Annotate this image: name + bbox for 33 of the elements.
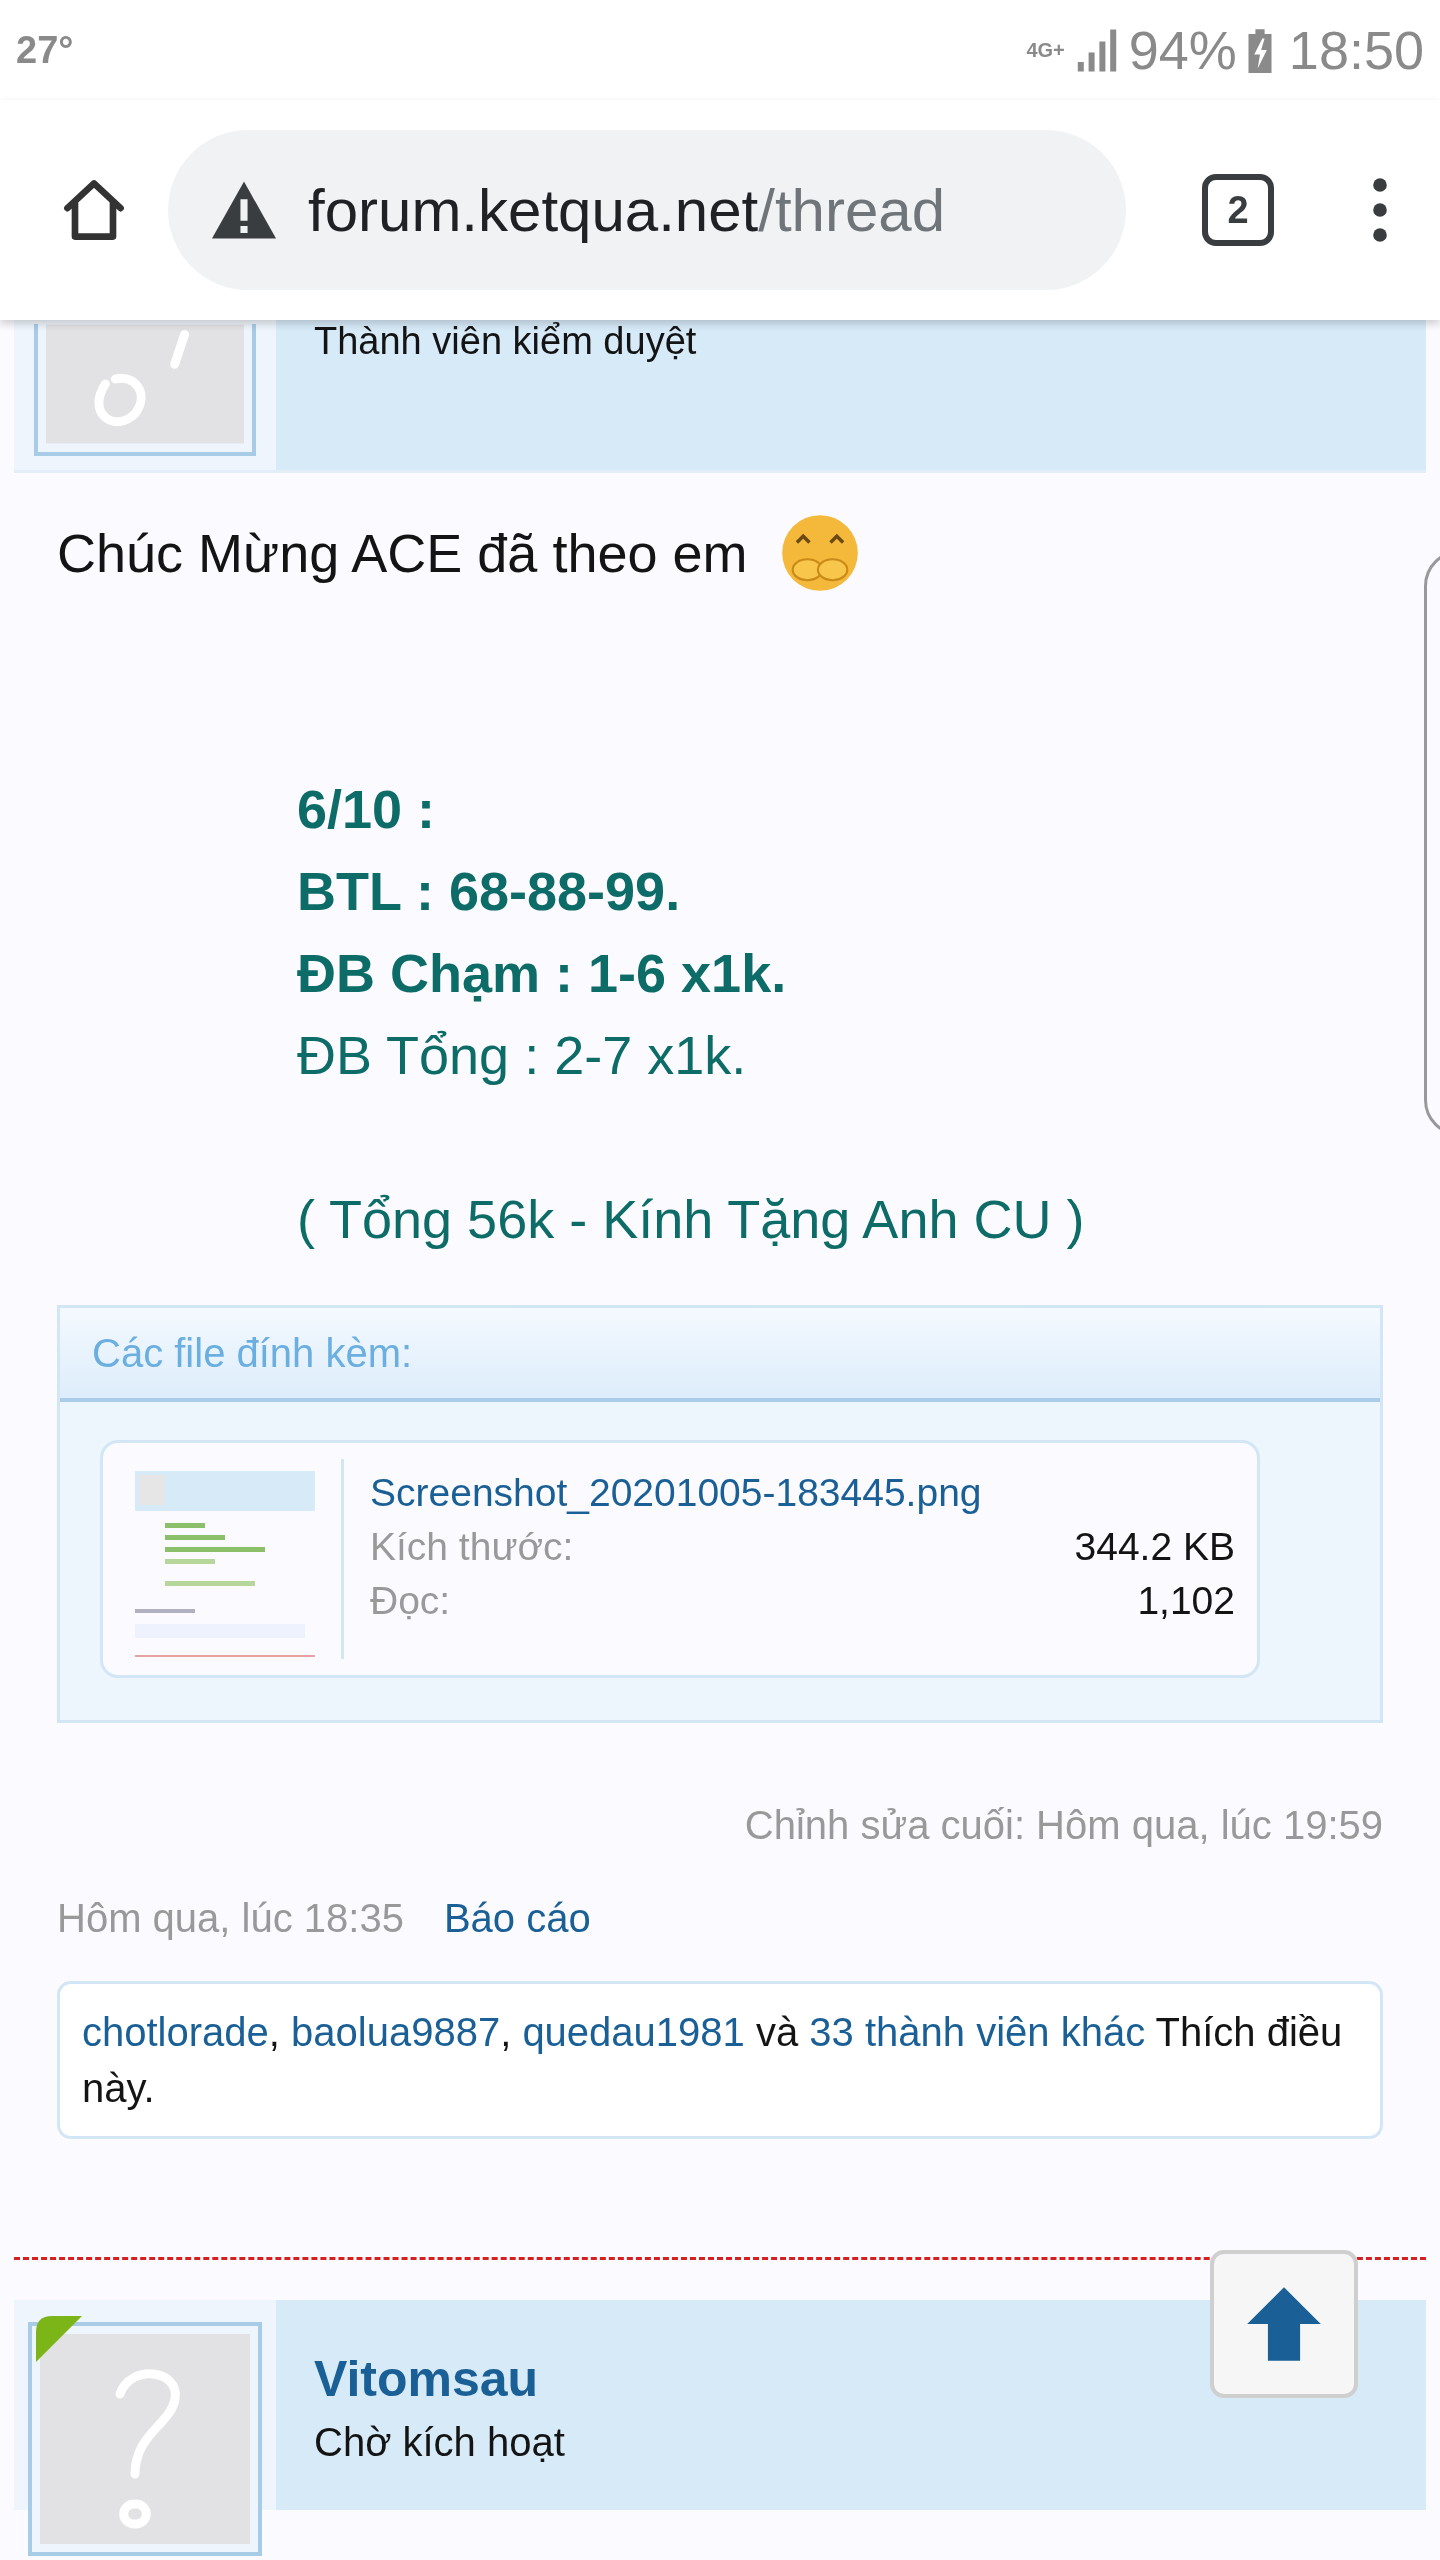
tab-count-button[interactable]: 2 [1202, 174, 1274, 246]
user-title: Chờ kích hoạt [314, 2420, 565, 2465]
likes-text: chotlorade, baolua9887, quedau1981 và 33 thành viên khác Thích điều này. [82, 2009, 1344, 2112]
views-label: Đọc: [370, 1579, 451, 1623]
user-link[interactable]: chotlorade [82, 2010, 269, 2054]
user-link[interactable]: quedau1981 [522, 2010, 745, 2054]
post-line: BTL : 68-88-99. [297, 860, 682, 923]
post-line: ( Tổng 56k - Kính Tặng Anh CU ) [297, 1188, 1086, 1251]
username-link[interactable]: Vitomsau [314, 2350, 565, 2408]
post-line: ĐB Chạm : 1-6 x1k. [297, 942, 788, 1005]
menu-icon[interactable] [1370, 176, 1390, 244]
size-value: 344.2 KB [1074, 1525, 1235, 1569]
attachment-card[interactable]: Screenshot_20201005-183445.png Kích thước: 344.2 KB Đọc: 1,102 [100, 1440, 1260, 1678]
address-bar[interactable]: forum.ketqua.net/thread [168, 130, 1126, 290]
post-date: Hôm qua, lúc 18:35 [57, 1896, 404, 1941]
battery-text: 94% [1128, 19, 1237, 81]
user-link[interactable]: baolua9887 [291, 2010, 501, 2054]
clock-text: 18:50 [1288, 19, 1424, 81]
file-link[interactable]: Screenshot_20201005-183445.png [370, 1471, 1235, 1515]
size-label: Kích thước: [370, 1525, 574, 1569]
temperature-text: 27° [16, 28, 74, 72]
user-title: Thành viên kiểm duyệt [313, 320, 697, 364]
others-link[interactable]: 33 thành viên khác [809, 2010, 1146, 2054]
avatar-icon [34, 324, 256, 456]
scroll-top-button[interactable] [1210, 2250, 1358, 2398]
views-value: 1,102 [1137, 1579, 1235, 1623]
attachments-title: Các file đính kèm: [60, 1308, 1380, 1402]
post-line: ĐB Tổng : 2-7 x1k. [297, 1024, 748, 1087]
post-line: 6/10 : [297, 778, 437, 841]
network-text: 4G+ [1026, 38, 1065, 62]
edited-text: Chỉnh sửa cuối: Hôm qua, lúc 19:59 [744, 1803, 1383, 1847]
report-link[interactable]: Báo cáo [443, 1896, 591, 1941]
post-text: Chúc Mừng ACE đã theo em [57, 522, 748, 584]
